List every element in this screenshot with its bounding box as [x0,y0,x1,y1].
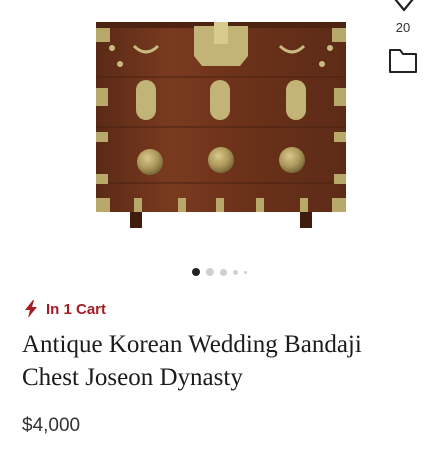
product-title: Antique Korean Wedding Bandaji Chest Jos… [22,331,362,391]
favorite-heart-icon[interactable] [388,0,420,16]
favorite-count: 20 [395,20,411,35]
lightning-icon [25,300,37,318]
product-price: $4,000 [22,415,81,436]
cart-status: In 1 Cart [24,300,106,318]
cart-status-label: In 1 Cart [46,300,107,318]
carousel-dots [0,268,439,276]
folder-icon[interactable] [388,46,418,74]
carousel-dot[interactable] [233,269,238,275]
product-image[interactable] [90,14,352,230]
carousel-dot[interactable] [206,268,214,276]
carousel-dot[interactable] [244,270,247,274]
carousel-dot[interactable] [220,268,227,276]
carousel-dot[interactable] [192,268,200,276]
